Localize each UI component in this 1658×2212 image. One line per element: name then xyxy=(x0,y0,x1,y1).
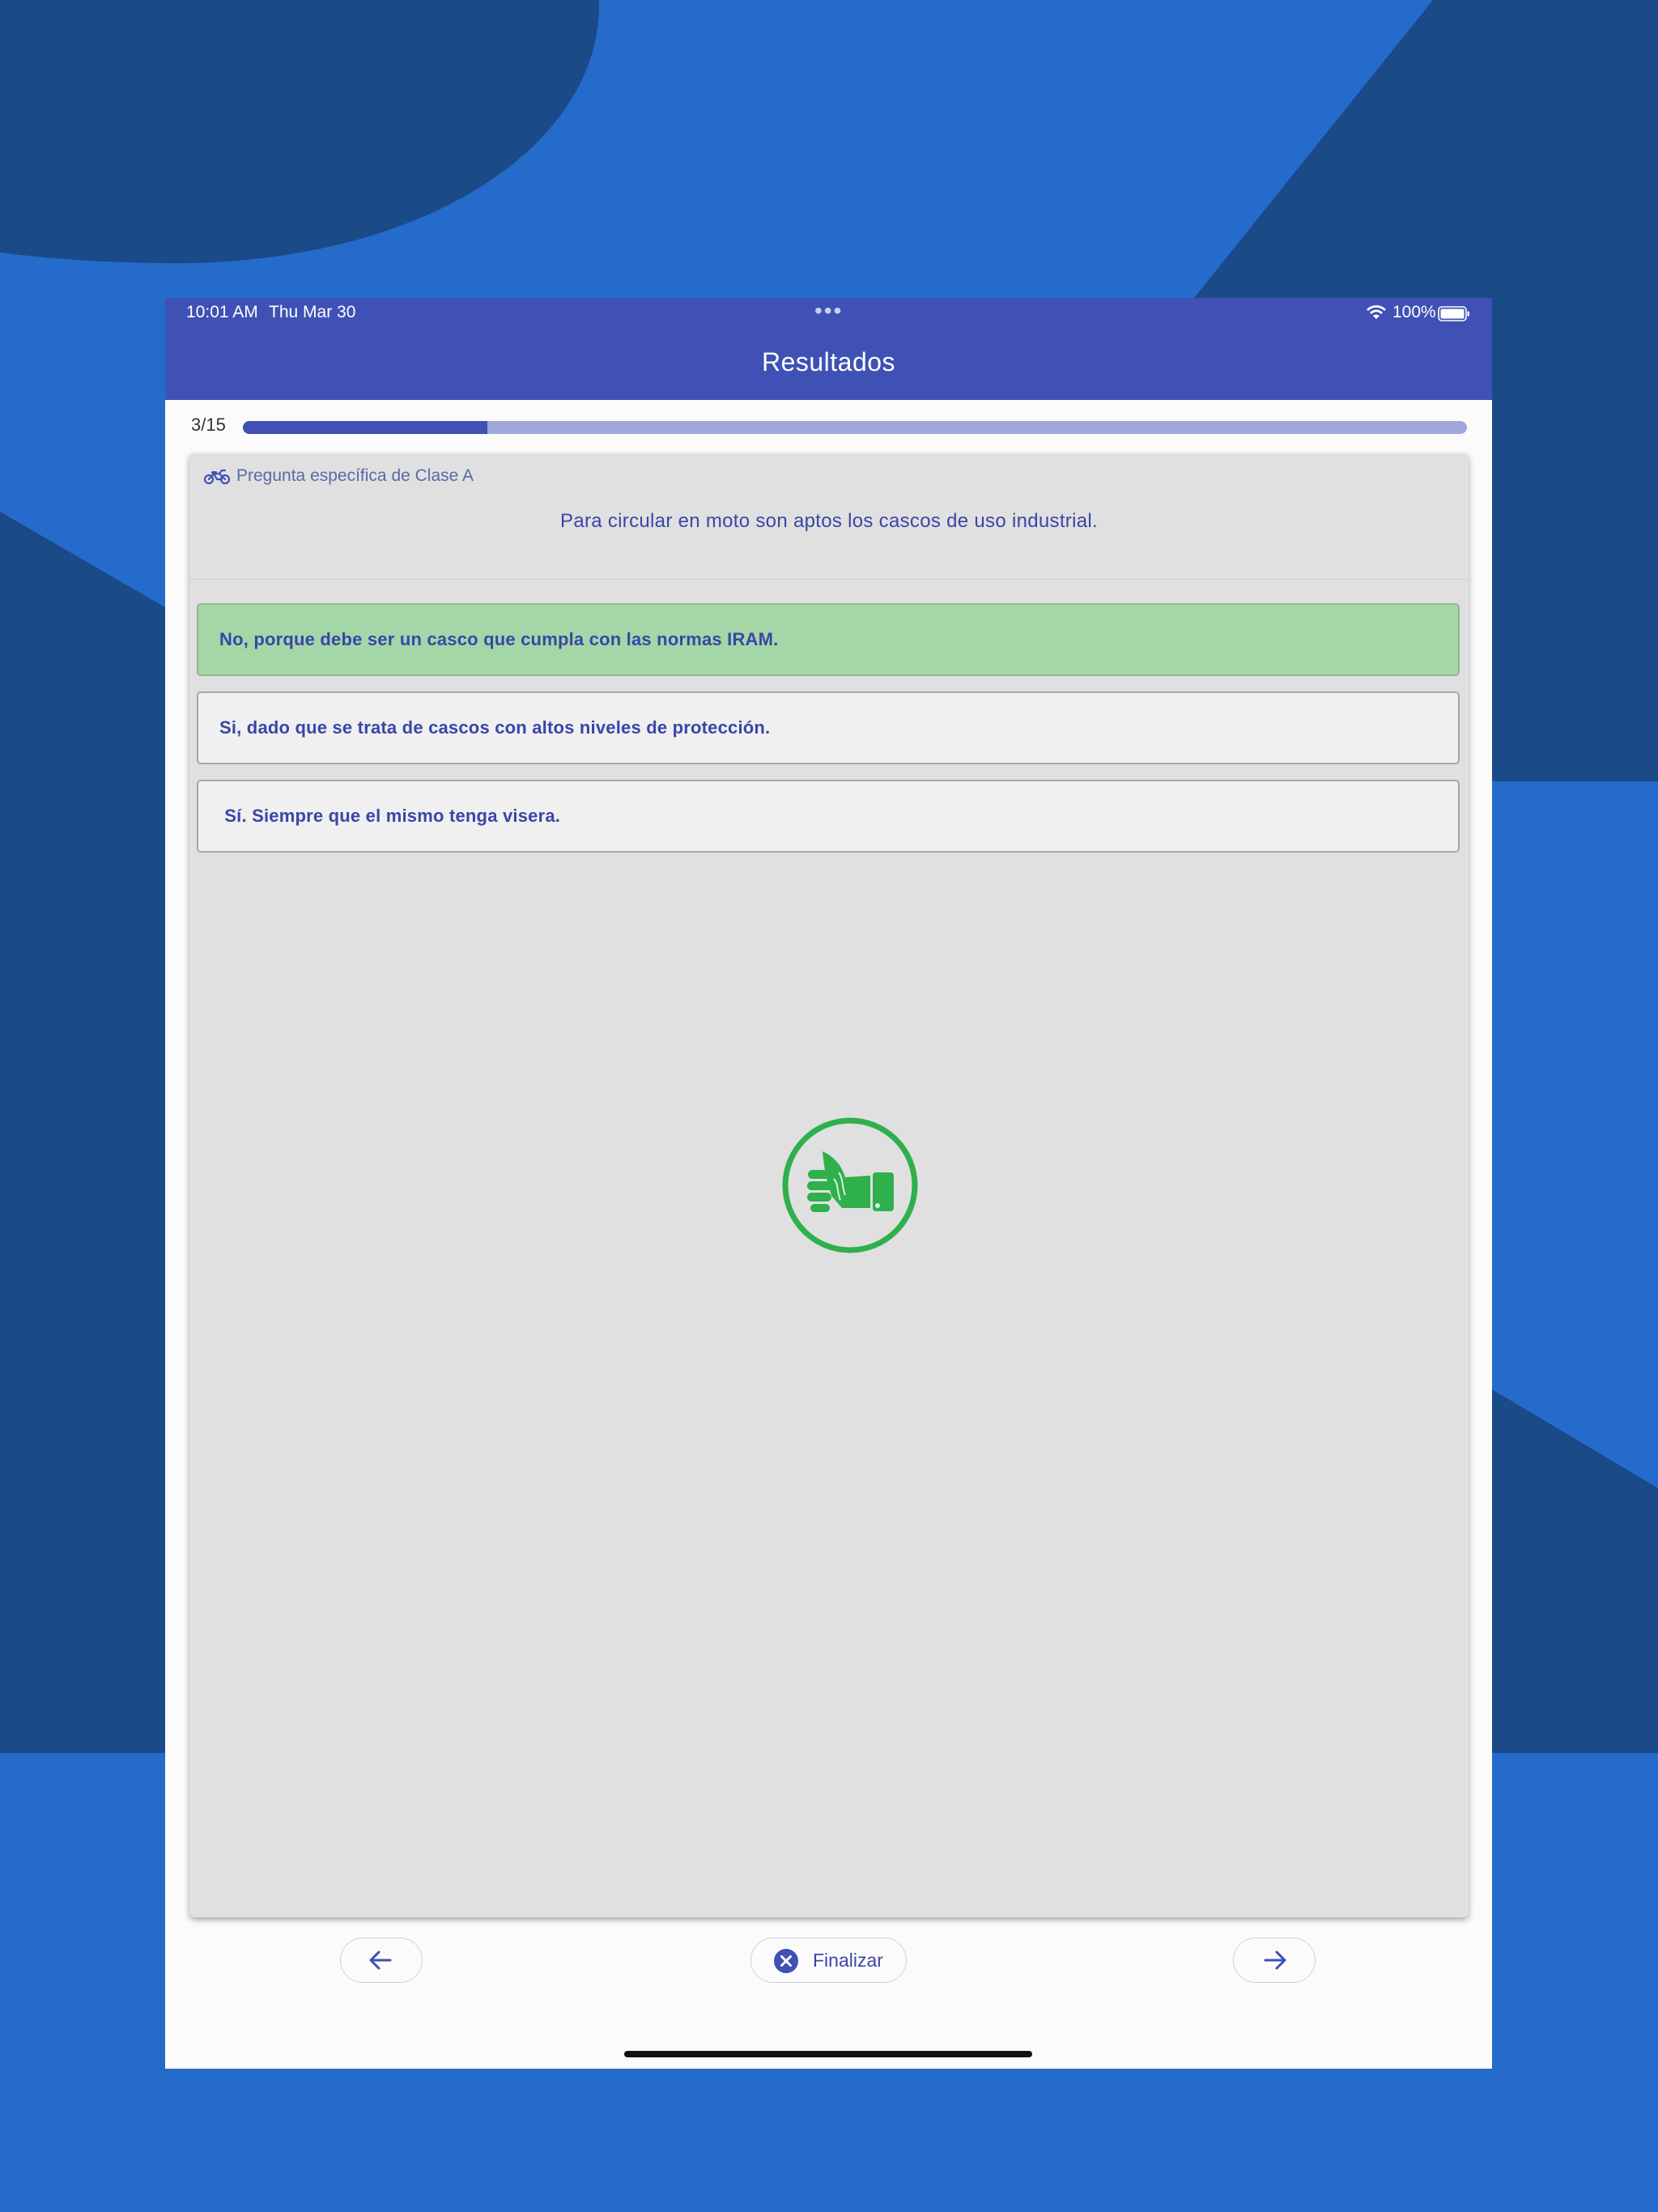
status-bar: 10:01 AM Thu Mar 30 ••• 100% xyxy=(165,298,1492,329)
answer-option-label: Sí. Siempre que el mismo tenga visera. xyxy=(219,806,561,826)
question-text: Para circular en moto son aptos los casc… xyxy=(560,510,1098,532)
app-window: 10:01 AM Thu Mar 30 ••• 100% Resultados … xyxy=(165,298,1492,2069)
status-time: 10:01 AM xyxy=(186,303,258,321)
battery-icon xyxy=(1438,306,1469,321)
home-indicator[interactable] xyxy=(624,2051,1032,2057)
answer-option-1[interactable]: No, porque debe ser un casco que cumpla … xyxy=(197,603,1460,676)
motorcycle-icon xyxy=(204,469,230,485)
multitasking-dots[interactable]: ••• xyxy=(814,298,843,324)
progress-counter: 3/15 xyxy=(191,415,226,435)
status-date: Thu Mar 30 xyxy=(269,303,356,321)
question-card: Pregunta específica de Clase A Para circ… xyxy=(189,453,1469,1917)
next-button[interactable] xyxy=(1233,1938,1316,1983)
answer-option-3[interactable]: Sí. Siempre que el mismo tenga visera. xyxy=(197,780,1460,853)
arrow-left-icon xyxy=(369,1950,392,1970)
battery-percentage: 100% xyxy=(1392,303,1436,321)
page-title: Resultados xyxy=(761,347,896,376)
previous-button[interactable] xyxy=(340,1938,423,1983)
finish-button[interactable]: Finalizar xyxy=(750,1938,907,1983)
question-category-label: Pregunta específica de Clase A xyxy=(236,466,474,485)
progress-bar xyxy=(243,421,1467,434)
answer-option-2[interactable]: Si, dado que se trata de cascos con alto… xyxy=(197,691,1460,764)
arrow-right-icon xyxy=(1264,1950,1286,1970)
progress-fill xyxy=(243,421,488,434)
divider xyxy=(189,579,1469,580)
close-circle-icon xyxy=(774,1949,798,1973)
wifi-icon xyxy=(1367,305,1386,319)
finish-label: Finalizar xyxy=(813,1950,883,1971)
answer-option-label: Si, dado que se trata de cascos con alto… xyxy=(219,717,771,738)
answer-option-label: No, porque debe ser un casco que cumpla … xyxy=(219,629,779,649)
app-header: Resultados xyxy=(165,329,1492,400)
thumbs-up-icon xyxy=(782,1117,918,1253)
progress-row: 3/15 xyxy=(165,402,1492,450)
